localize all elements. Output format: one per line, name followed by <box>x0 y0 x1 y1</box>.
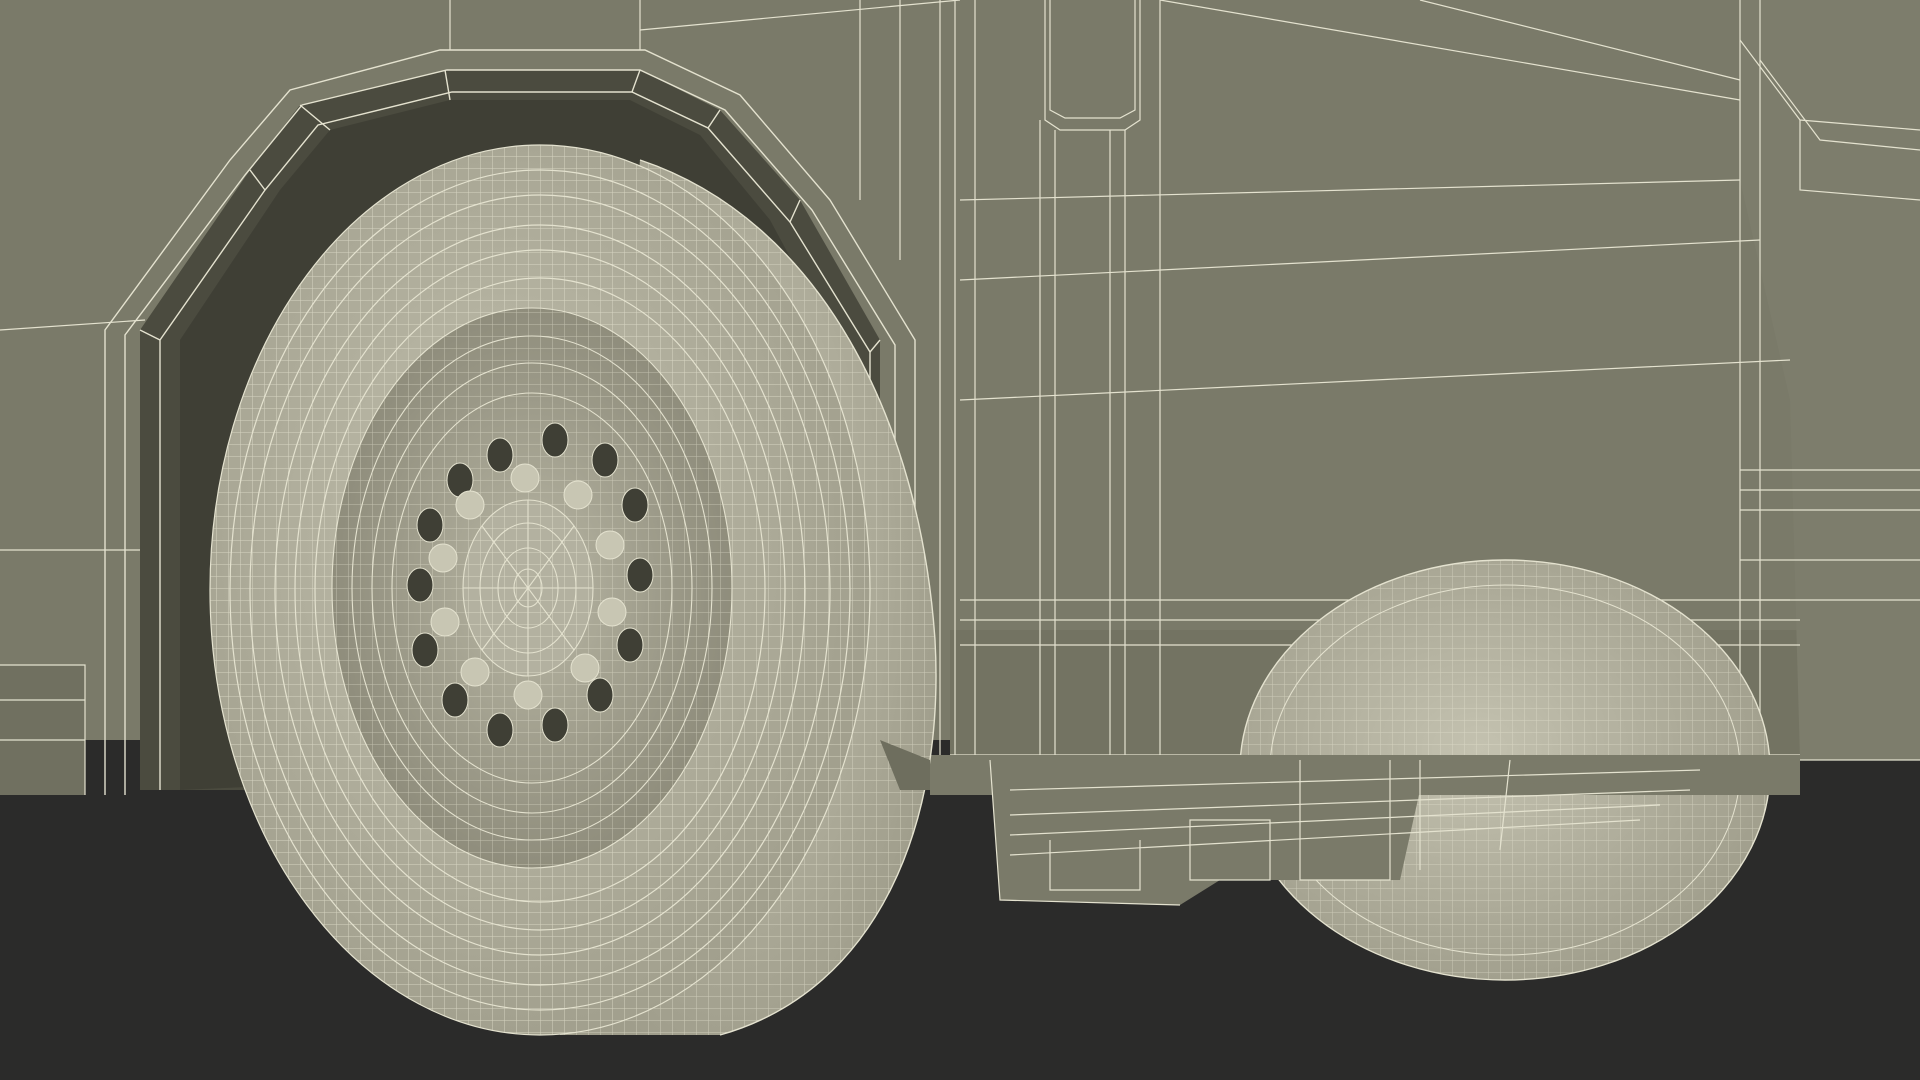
hub-cap <box>462 499 594 677</box>
wireframe-render <box>0 0 1920 1080</box>
